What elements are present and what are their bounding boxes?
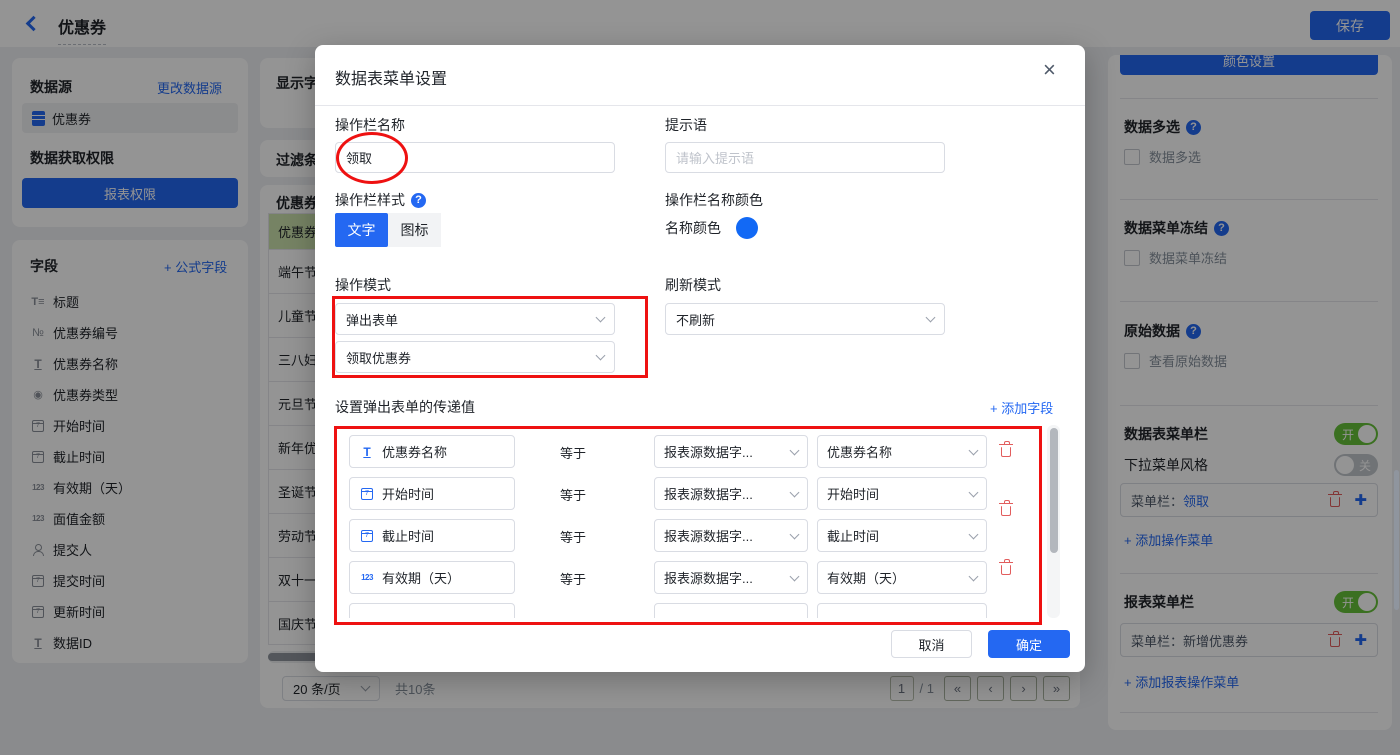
- name-color-caption: 名称颜色: [665, 220, 721, 236]
- chevron-down-icon: [968, 529, 979, 539]
- bar-style-label: 操作栏样式: [335, 192, 405, 208]
- bar-name-color-label: 操作栏名称颜色: [665, 192, 763, 208]
- chevron-down-icon: [968, 571, 979, 581]
- delete-row-icon[interactable]: [999, 499, 1013, 516]
- transfer-value-select[interactable]: 截止时间: [817, 519, 987, 552]
- transfer-row: T 优惠券名称 等于 报表源数据字... 优惠券名称: [315, 425, 1085, 468]
- transfer-source-select[interactable]: 报表源数据字...: [654, 561, 808, 594]
- transfer-source-value: 报表源数据字...: [664, 529, 753, 544]
- number-icon: 123: [361, 573, 373, 582]
- transfer-scrollbar[interactable]: [1047, 425, 1060, 618]
- delete-row-icon[interactable]: [999, 440, 1013, 457]
- transfer-source-select[interactable]: [654, 603, 808, 618]
- modal-title: 数据表菜单设置: [335, 71, 448, 88]
- transfer-value-value: 截止时间: [827, 529, 880, 544]
- bar-name-value: 领取: [346, 151, 373, 166]
- transfer-value-value: 有效期（天）: [827, 571, 906, 586]
- transfer-field-input[interactable]: 7 开始时间: [349, 477, 515, 510]
- refresh-mode-select[interactable]: 不刷新: [665, 303, 945, 335]
- bar-name-input[interactable]: 领取: [335, 142, 615, 173]
- cancel-button[interactable]: 取消: [891, 630, 972, 658]
- operator-label: 等于: [560, 572, 587, 587]
- transfer-source-select[interactable]: 报表源数据字...: [654, 519, 808, 552]
- refresh-mode-label: 刷新模式: [665, 277, 721, 293]
- text-icon: T: [363, 444, 371, 459]
- transfer-label: 设置弹出表单的传递值: [335, 399, 475, 415]
- transfer-value-select[interactable]: [817, 603, 987, 618]
- color-swatch[interactable]: [736, 217, 758, 239]
- calendar-icon: 7: [361, 529, 373, 542]
- chevron-down-icon: [789, 487, 800, 497]
- transfer-source-select[interactable]: 报表源数据字...: [654, 477, 808, 510]
- chevron-down-icon: [595, 350, 606, 361]
- transfer-field-input[interactable]: T 优惠券名称: [349, 435, 515, 468]
- transfer-scrollbar-thumb[interactable]: [1049, 428, 1058, 553]
- operator-label: 等于: [560, 446, 587, 461]
- calendar-icon: 7: [361, 487, 373, 500]
- transfer-field-input[interactable]: [349, 603, 515, 618]
- transfer-field-label: 截止时间: [382, 529, 435, 544]
- operator-label: 等于: [560, 530, 587, 545]
- transfer-value-value: 开始时间: [827, 487, 880, 502]
- tab-icon-style[interactable]: 图标: [388, 213, 441, 247]
- transfer-value-value: 优惠券名称: [827, 445, 893, 460]
- tip-input[interactable]: 请输入提示语: [665, 142, 945, 173]
- transfer-value-select[interactable]: 优惠券名称: [817, 435, 987, 468]
- help-icon[interactable]: ?: [411, 192, 426, 208]
- action-mode-label: 操作模式: [335, 277, 391, 293]
- v-scrollbar-thumb[interactable]: [1394, 470, 1399, 610]
- bar-name-label: 操作栏名称: [335, 117, 405, 133]
- action-mode-select[interactable]: 弹出表单: [335, 303, 615, 335]
- transfer-rows-area: T 优惠券名称 等于 报表源数据字... 优惠券名称 7 开始时间 等于 报表源数据…: [315, 425, 1085, 618]
- transfer-field-input[interactable]: 7 截止时间: [349, 519, 515, 552]
- transfer-value-select[interactable]: 有效期（天）: [817, 561, 987, 594]
- transfer-field-label: 开始时间: [382, 487, 435, 502]
- delete-row-icon[interactable]: [999, 558, 1013, 575]
- close-icon[interactable]: ×: [1043, 57, 1056, 83]
- tip-placeholder: 请输入提示语: [676, 151, 755, 166]
- transfer-source-value: 报表源数据字...: [664, 487, 753, 502]
- transfer-field-input[interactable]: 123 有效期（天）: [349, 561, 515, 594]
- divider: [315, 105, 1085, 106]
- chevron-down-icon: [925, 312, 936, 323]
- table-menu-settings-modal: 数据表菜单设置 × 操作栏名称 领取 提示语 请输入提示语 操作栏样式 ? 文字…: [315, 45, 1085, 672]
- add-field-link[interactable]: + 添加字段: [990, 398, 1053, 417]
- chevron-down-icon: [595, 312, 606, 323]
- tab-text-style[interactable]: 文字: [335, 213, 388, 247]
- chevron-down-icon: [789, 529, 800, 539]
- chevron-down-icon: [968, 487, 979, 497]
- name-color-row: 名称颜色: [665, 217, 758, 239]
- app-root: 优惠券 保存 数据源 更改数据源 优惠券 数据获取权限 报表权限 字段 + 公式…: [0, 0, 1400, 755]
- transfer-field-label: 有效期（天）: [382, 571, 461, 586]
- confirm-button[interactable]: 确定: [988, 630, 1070, 658]
- action-form-select[interactable]: 领取优惠券: [335, 341, 615, 373]
- refresh-mode-value: 不刷新: [676, 312, 716, 328]
- transfer-source-select[interactable]: 报表源数据字...: [654, 435, 808, 468]
- transfer-value-select[interactable]: 开始时间: [817, 477, 987, 510]
- transfer-field-label: 优惠券名称: [382, 445, 448, 460]
- transfer-source-value: 报表源数据字...: [664, 445, 753, 460]
- chevron-down-icon: [789, 571, 800, 581]
- bar-style-header: 操作栏样式 ?: [335, 190, 426, 210]
- tip-label: 提示语: [665, 117, 707, 133]
- action-mode-value: 弹出表单: [346, 312, 399, 328]
- chevron-down-icon: [968, 445, 979, 455]
- action-form-value: 领取优惠券: [346, 350, 412, 366]
- transfer-source-value: 报表源数据字...: [664, 571, 753, 586]
- bar-style-tabs: 文字 图标: [335, 213, 441, 247]
- chevron-down-icon: [789, 445, 800, 455]
- operator-label: 等于: [560, 488, 587, 503]
